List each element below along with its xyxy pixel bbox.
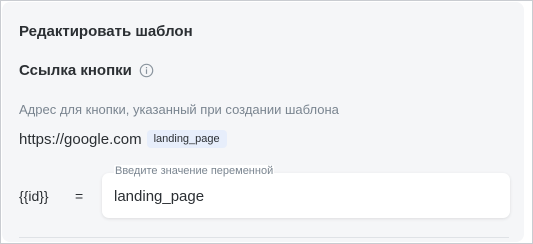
variable-badge: landing_page (146, 130, 227, 148)
button-link-section-header: Ссылка кнопки (19, 62, 154, 79)
edit-template-panel: Редактировать шаблон Ссылка кнопки Адрес… (2, 2, 524, 242)
variable-name: {{id}} (19, 188, 49, 204)
app-window: Редактировать шаблон Ссылка кнопки Адрес… (0, 0, 533, 244)
variable-value-field (102, 173, 510, 218)
template-url-row: https://google.com landing_page (19, 130, 227, 148)
template-url: https://google.com (19, 130, 142, 148)
info-icon[interactable] (139, 63, 154, 78)
divider (19, 237, 509, 238)
panel-title: Редактировать шаблон (19, 23, 193, 40)
variable-value-label: Введите значение переменной (114, 165, 275, 177)
equals-sign: = (75, 188, 84, 204)
scrollbar-track[interactable] (524, 1, 532, 243)
link-description: Адрес для кнопки, указанный при создании… (19, 102, 339, 117)
section-title: Ссылка кнопки (19, 62, 132, 79)
variable-value-input[interactable] (114, 186, 494, 206)
